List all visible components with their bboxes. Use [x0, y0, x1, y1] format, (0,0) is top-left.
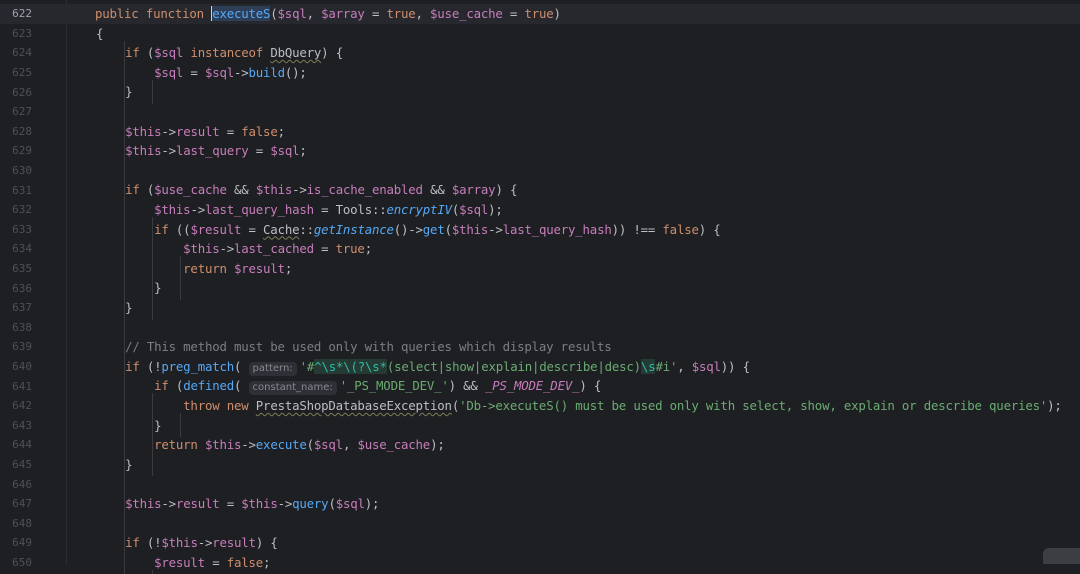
line-number: 622	[12, 7, 32, 21]
code-line[interactable]: 636 }	[0, 278, 1080, 298]
code-line[interactable]: 644 return $this->execute($sql, $use_cac…	[0, 435, 1080, 455]
code-text: if (!$this->result) {	[125, 535, 278, 551]
line-number: 632	[12, 203, 32, 217]
line-number: 625	[12, 66, 32, 80]
indent-guide	[152, 217, 153, 320]
code-line[interactable]: 639 // This method must be used only wit…	[0, 337, 1080, 357]
indent-guide	[152, 393, 153, 477]
code-text: if ($sql instanceof DbQuery) {	[125, 45, 343, 61]
code-text: }	[67, 84, 133, 100]
line-number: 624	[12, 46, 32, 60]
line-number: 636	[12, 281, 32, 295]
code-text: public function executeS($sql, $array = …	[95, 6, 561, 21]
line-number: 649	[12, 536, 32, 550]
line-number: 638	[12, 320, 32, 334]
line-number: 628	[12, 124, 32, 138]
indent-guide	[124, 40, 125, 574]
code-line[interactable]: 643 }	[0, 416, 1080, 436]
line-number: 623	[12, 26, 32, 40]
code-line[interactable]: 638	[0, 318, 1080, 338]
line-number: 640	[12, 360, 32, 374]
code-text: $this->result = false;	[125, 123, 285, 139]
line-number: 631	[12, 183, 32, 197]
code-text: // This method must be used only with qu…	[125, 339, 612, 355]
code-line[interactable]: 634 $this->last_cached = true;	[0, 239, 1080, 259]
indent-guide	[180, 413, 181, 438]
indent-guide	[152, 569, 153, 574]
code-editor[interactable]: 622 public function executeS($sql, $array…	[0, 0, 1080, 574]
code-line[interactable]: 648	[0, 514, 1080, 534]
code-text: }	[67, 300, 133, 315]
code-text: if (!preg_match( pattern: '#^\s*\(?\s*(se…	[125, 358, 750, 376]
indent-guide	[152, 79, 153, 104]
line-number: 650	[12, 556, 32, 570]
code-text: if (defined( constant_name: '_PS_MODE_DEV…	[154, 378, 602, 396]
line-number: 647	[12, 497, 32, 511]
code-text: }	[67, 280, 162, 296]
line-number: 646	[12, 477, 32, 491]
indent-guide	[180, 256, 181, 300]
line-number: 644	[12, 438, 32, 452]
line-number: 626	[12, 85, 32, 99]
code-text: {	[67, 25, 104, 41]
code-line[interactable]: 633 if (($result = Cache::getInstance()-…	[0, 220, 1080, 240]
code-line[interactable]: 640 if (!preg_match( pattern: '#^\s*\(?\s…	[0, 357, 1080, 377]
code-line[interactable]: 627	[0, 102, 1080, 122]
code-line[interactable]: 641 if (defined( constant_name: '_PS_MODE…	[0, 376, 1080, 396]
code-line[interactable]: 637 }	[0, 298, 1080, 318]
code-line[interactable]: 626 }	[0, 82, 1080, 102]
code-line[interactable]: 629 $this->last_query = $sql;	[0, 141, 1080, 161]
line-number: 634	[12, 242, 32, 256]
code-line[interactable]: 649 if (!$this->result) {	[0, 533, 1080, 553]
code-text: $this->last_query = $sql;	[125, 143, 307, 159]
code-text: $this->result = $this->query($sql);	[125, 496, 380, 511]
line-number: 630	[12, 164, 32, 178]
line-number: 645	[12, 458, 32, 472]
code-text: }	[67, 417, 162, 433]
code-line[interactable]: 647 $this->result = $this->query($sql);	[0, 494, 1080, 514]
code-line[interactable]: 631 if ($use_cache && $this->is_cache_en…	[0, 180, 1080, 200]
code-line[interactable]: 624 if ($sql instanceof DbQuery) {	[0, 43, 1080, 63]
code-line[interactable]: 646	[0, 474, 1080, 494]
line-number: 637	[12, 301, 32, 315]
code-line[interactable]: 623 {	[0, 24, 1080, 44]
line-number: 639	[12, 340, 32, 354]
line-number: 641	[12, 379, 32, 393]
line-number: 633	[12, 222, 32, 236]
line-number: 627	[12, 105, 32, 119]
code-line[interactable]: 632 $this->last_query_hash = Tools::encr…	[0, 200, 1080, 220]
code-line[interactable]: 645 }	[0, 455, 1080, 475]
line-number: 629	[12, 144, 32, 158]
code-line[interactable]: 628 $this->result = false;	[0, 122, 1080, 142]
code-line[interactable]: 642 throw new PrestaShopDatabaseExceptio…	[0, 396, 1080, 416]
code-text: $this->last_query_hash = Tools::encryptI…	[154, 202, 503, 217]
code-line[interactable]: 650 $result = false;	[0, 553, 1080, 573]
line-number: 648	[12, 516, 32, 530]
line-number: 642	[12, 399, 32, 413]
code-text: $result = false;	[154, 554, 271, 570]
code-line[interactable]: 630	[0, 161, 1080, 181]
code-line[interactable]: 625 $sql = $sql->build();	[0, 63, 1080, 83]
line-number: 635	[12, 262, 32, 276]
line-number: 643	[12, 418, 32, 432]
code-text: if (($result = Cache::getInstance()->get…	[154, 221, 721, 237]
vertical-scrollbar-thumb[interactable]	[1043, 548, 1080, 564]
code-text: throw new PrestaShopDatabaseException('D…	[183, 398, 1062, 413]
code-text: }	[67, 456, 133, 472]
code-line[interactable]: 635 return $result;	[0, 259, 1080, 279]
code-line[interactable]: 622 public function executeS($sql, $array…	[0, 4, 1080, 24]
code-text: $this->last_cached = true;	[183, 241, 372, 257]
code-text: $sql = $sql->build();	[154, 64, 307, 80]
code-text: if ($use_cache && $this->is_cache_enable…	[125, 182, 518, 198]
